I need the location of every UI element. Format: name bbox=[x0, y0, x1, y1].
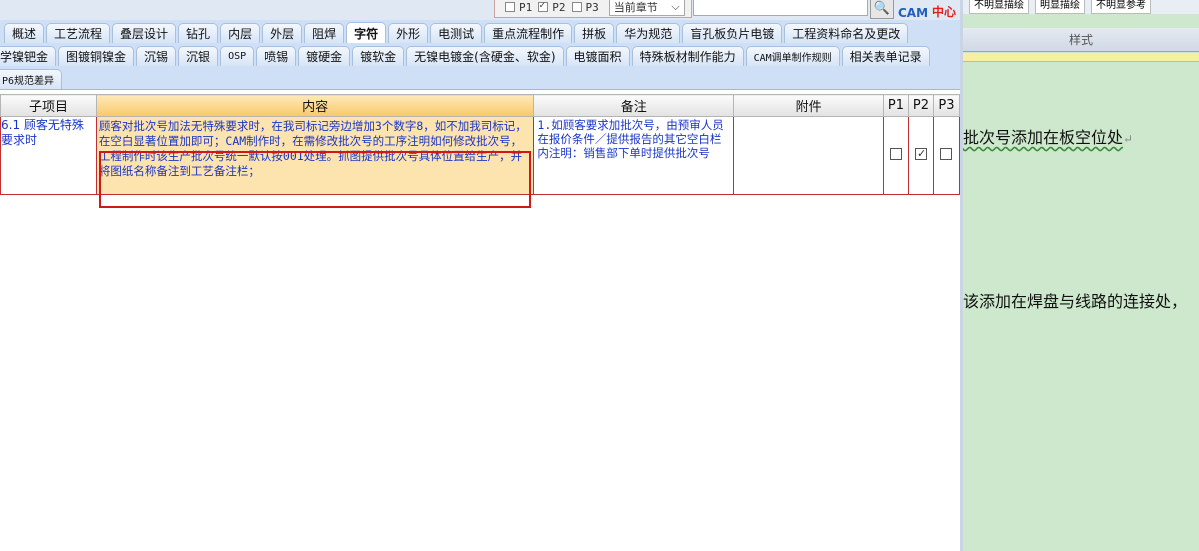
filter-p2-label: P2 bbox=[552, 0, 566, 14]
grid-header-row: 子项目 内容 备注 附件 P1 P2 P3 bbox=[0, 94, 960, 117]
document-line-2[interactable]: 该添加在焊盘与线路的连接处， bbox=[963, 288, 1187, 312]
p1-checkbox[interactable] bbox=[889, 147, 902, 160]
header-attachment[interactable]: 附件 bbox=[733, 94, 884, 117]
style-button-3[interactable]: 不明显参考 bbox=[1091, 0, 1151, 14]
tab-row2-7[interactable]: 镀软金 bbox=[352, 46, 405, 66]
tab-row1-9[interactable]: 电测试 bbox=[430, 23, 483, 43]
tab-row3-0[interactable]: P6规范差异 bbox=[0, 69, 63, 89]
logo-text-red: 中心 bbox=[932, 5, 957, 19]
document-line-1-text: 批次号添加在板空位处 bbox=[963, 128, 1124, 147]
standards-panel: P1 P2 P3 当前章节 ⌵ 🔍 CAM中心 概述工艺流程叠层设计钻孔内层外层阻… bbox=[0, 0, 960, 551]
filter-p3-label: P3 bbox=[585, 0, 599, 14]
style-button-1[interactable]: 不明显描绘 bbox=[969, 0, 1029, 14]
tab-row-2: 学镍钯金 图镀铜镍金 沉锡 沉银 OSP 喷锡 镀硬金 镀软金 无镍电镀金(含硬金、软金) 电镀面… bbox=[0, 45, 932, 66]
tab-row1-7[interactable]: 字符 bbox=[346, 22, 387, 43]
logo-text: CAM bbox=[898, 6, 929, 20]
table-row[interactable]: 6.1 顾客无特殊要求时 顾客对批次号加法无特殊要求时，在我司标记旁边增加3个数… bbox=[0, 116, 960, 195]
tab-row1-11[interactable]: 拼板 bbox=[574, 23, 615, 43]
tab-row1-6[interactable]: 阻焊 bbox=[304, 23, 345, 43]
filter-p1[interactable]: P1 bbox=[505, 1, 532, 14]
header-remark[interactable]: 备注 bbox=[533, 94, 735, 117]
tab-row1-14[interactable]: 工程资料命名及更改 bbox=[784, 23, 909, 43]
tab-row2-1[interactable]: 图镀铜镍金 bbox=[58, 46, 135, 66]
cell-subitem[interactable]: 6.1 顾客无特殊要求时 bbox=[0, 116, 97, 195]
chevron-down-icon: ⌵ bbox=[671, 0, 680, 13]
tab-row1-8[interactable]: 外形 bbox=[388, 23, 429, 43]
tab-row1-12[interactable]: 华为规范 bbox=[616, 23, 681, 43]
header-subitem[interactable]: 子项目 bbox=[0, 94, 97, 117]
document-panel: 不明显描绘 明显描绘 不明显参考 样式 批次号添加在板空位处↵ 该添加在焊盘与线… bbox=[963, 0, 1199, 551]
priority-filter: P1 P2 P3 当前章节 ⌵ bbox=[494, 0, 692, 18]
scope-select[interactable]: 当前章节 ⌵ bbox=[608, 0, 685, 16]
filter-p3-checkbox[interactable] bbox=[571, 2, 582, 12]
tab-row1-10[interactable]: 重点流程制作 bbox=[484, 23, 573, 43]
chapter-tabs: 概述 工艺流程 叠层设计 钻孔 内层 外层 阻焊 字符 外形 电测试 重点流程制作 拼板 华为规范 盲孔板… bbox=[0, 20, 960, 90]
search-input[interactable] bbox=[693, 0, 868, 16]
tab-row1-1[interactable]: 工艺流程 bbox=[46, 23, 111, 43]
tab-row2-2[interactable]: 沉锡 bbox=[136, 46, 177, 66]
standards-grid: 子项目 内容 备注 附件 P1 P2 P3 6.1 顾客无特殊要求时 顾客对批次… bbox=[0, 94, 960, 195]
cell-content[interactable]: 顾客对批次号加法无特殊要求时，在我司标记旁边增加3个数字8，如不加我司标记，在空… bbox=[95, 116, 535, 195]
tab-row2-0[interactable]: 学镍钯金 bbox=[0, 46, 57, 66]
toolbar: P1 P2 P3 当前章节 ⌵ 🔍 CAM中心 bbox=[0, 0, 960, 20]
style-buttons-bar: 不明显描绘 明显描绘 不明显参考 bbox=[963, 0, 1199, 14]
tab-row-3: P6规范差异 bbox=[0, 68, 64, 89]
filter-p1-label: P1 bbox=[519, 0, 533, 14]
tab-row1-4[interactable]: 内层 bbox=[220, 23, 261, 43]
tab-row2-4[interactable]: OSP bbox=[220, 46, 255, 66]
tab-row2-8[interactable]: 无镍电镀金(含硬金、软金) bbox=[406, 46, 564, 66]
filter-p2-checkbox[interactable] bbox=[538, 0, 549, 12]
header-p3[interactable]: P3 bbox=[932, 94, 960, 117]
tab-row2-9[interactable]: 电镀面积 bbox=[565, 46, 630, 66]
cell-attachment[interactable] bbox=[733, 116, 884, 195]
tab-row1-5[interactable]: 外层 bbox=[262, 23, 303, 43]
tab-row-1: 概述 工艺流程 叠层设计 钻孔 内层 外层 阻焊 字符 外形 电测试 重点流程制作 拼板 华为规范 盲孔板… bbox=[4, 22, 910, 43]
cell-p2[interactable] bbox=[907, 116, 934, 195]
style-group-label: 样式 bbox=[963, 28, 1199, 52]
tab-row2-3[interactable]: 沉银 bbox=[178, 46, 219, 66]
filter-p2[interactable]: P2 bbox=[538, 0, 566, 14]
ruler bbox=[963, 53, 1199, 62]
tab-row1-13[interactable]: 盲孔板负片电镀 bbox=[682, 23, 783, 43]
header-p2[interactable]: P2 bbox=[907, 94, 934, 117]
p2-checkbox[interactable] bbox=[914, 146, 927, 161]
scope-select-value: 当前章节 bbox=[613, 1, 658, 14]
tab-row1-0[interactable]: 概述 bbox=[4, 23, 45, 43]
tab-row2-12[interactable]: 相关表单记录 bbox=[841, 46, 930, 66]
cell-p3[interactable] bbox=[932, 116, 960, 195]
tab-row1-3[interactable]: 钻孔 bbox=[178, 23, 219, 43]
style-button-2[interactable]: 明显描绘 bbox=[1035, 0, 1085, 14]
search-icon: 🔍 bbox=[873, 0, 891, 16]
cell-remark[interactable]: 1.如顾客要求加批次号，由预审人员在报价条件／提供报告的其它空白栏内注明：销售部… bbox=[533, 116, 735, 195]
tab-row2-5[interactable]: 喷锡 bbox=[256, 46, 297, 66]
tab-row2-10[interactable]: 特殊板材制作能力 bbox=[631, 46, 744, 66]
header-p1[interactable]: P1 bbox=[883, 94, 909, 117]
paragraph-mark-icon: ↵ bbox=[1123, 132, 1134, 146]
app-window: P1 P2 P3 当前章节 ⌵ 🔍 CAM中心 概述工艺流程叠层设计钻孔内层外层阻… bbox=[0, 0, 1199, 551]
filter-p3[interactable]: P3 bbox=[571, 0, 599, 14]
document-line-1[interactable]: 批次号添加在板空位处↵ bbox=[963, 124, 1133, 148]
tab-row2-11[interactable]: CAM调单制作规则 bbox=[745, 46, 840, 66]
p3-checkbox[interactable] bbox=[940, 147, 953, 160]
filter-p1-checkbox[interactable] bbox=[505, 2, 515, 12]
header-content[interactable]: 内容 bbox=[95, 94, 535, 117]
cell-p1[interactable] bbox=[883, 116, 909, 195]
search-button[interactable]: 🔍 bbox=[870, 0, 894, 19]
tab-row1-2[interactable]: 叠层设计 bbox=[112, 23, 177, 43]
logo: CAM 中心 bbox=[898, 0, 960, 20]
tab-row2-6[interactable]: 镀硬金 bbox=[298, 46, 351, 66]
